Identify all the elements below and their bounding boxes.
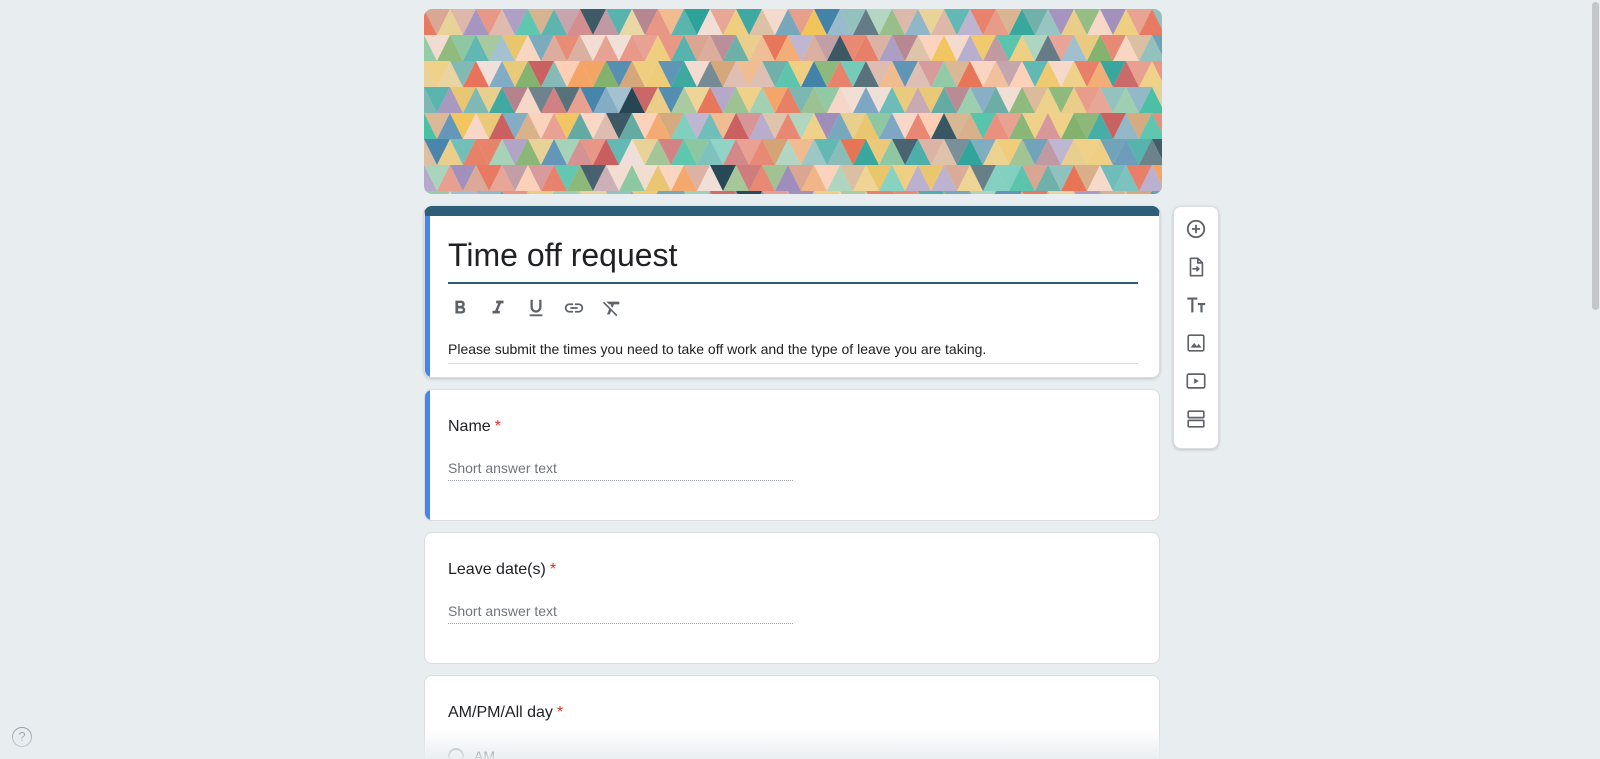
question-card-leave-dates[interactable]: Leave date(s) * Short answer text (424, 532, 1160, 664)
radio-option[interactable]: AM (448, 748, 495, 759)
question-title[interactable]: Name * (448, 418, 501, 436)
add-title-icon[interactable] (1184, 293, 1208, 317)
question-card-am-pm[interactable]: AM/PM/All day * AM (424, 675, 1160, 759)
required-asterisk: * (549, 561, 557, 578)
form-title-input[interactable]: Time off request (448, 236, 1138, 284)
question-title[interactable]: AM/PM/All day * (448, 704, 563, 722)
clear-format-icon[interactable] (600, 296, 624, 320)
required-asterisk: * (494, 418, 501, 435)
question-title[interactable]: Leave date(s) * (448, 561, 556, 579)
page-scrollbar[interactable] (1591, 0, 1600, 759)
scrollbar-thumb[interactable] (1592, 2, 1599, 310)
add-image-icon[interactable] (1184, 331, 1208, 355)
header-banner-image (424, 9, 1162, 194)
link-icon[interactable] (562, 296, 586, 320)
required-asterisk: * (556, 704, 564, 721)
active-card-accent (425, 216, 430, 377)
question-label: Leave date(s) (448, 561, 546, 578)
underline-icon[interactable] (524, 296, 548, 320)
add-section-icon[interactable] (1184, 407, 1208, 431)
text-format-toolbar (448, 296, 624, 320)
italic-icon[interactable] (486, 296, 510, 320)
import-questions-icon[interactable] (1184, 255, 1208, 279)
add-question-icon[interactable] (1184, 217, 1208, 241)
add-video-icon[interactable] (1184, 369, 1208, 393)
short-answer-placeholder: Short answer text (448, 603, 793, 624)
form-editor-page: Time off request Please submit the times… (0, 0, 1600, 759)
help-icon[interactable]: ? (12, 727, 32, 747)
question-label: AM/PM/All day (448, 704, 553, 721)
question-label: Name (448, 418, 491, 435)
form-description-input[interactable]: Please submit the times you need to take… (448, 341, 1138, 364)
short-answer-placeholder: Short answer text (448, 460, 793, 481)
radio-button[interactable] (448, 748, 464, 759)
question-card-name[interactable]: Name * Short answer text (424, 389, 1160, 521)
floating-side-toolbar (1173, 206, 1219, 449)
bold-icon[interactable] (448, 296, 472, 320)
active-card-accent (425, 390, 430, 520)
form-title-card[interactable]: Time off request Please submit the times… (424, 206, 1160, 378)
radio-option-label: AM (474, 748, 495, 759)
